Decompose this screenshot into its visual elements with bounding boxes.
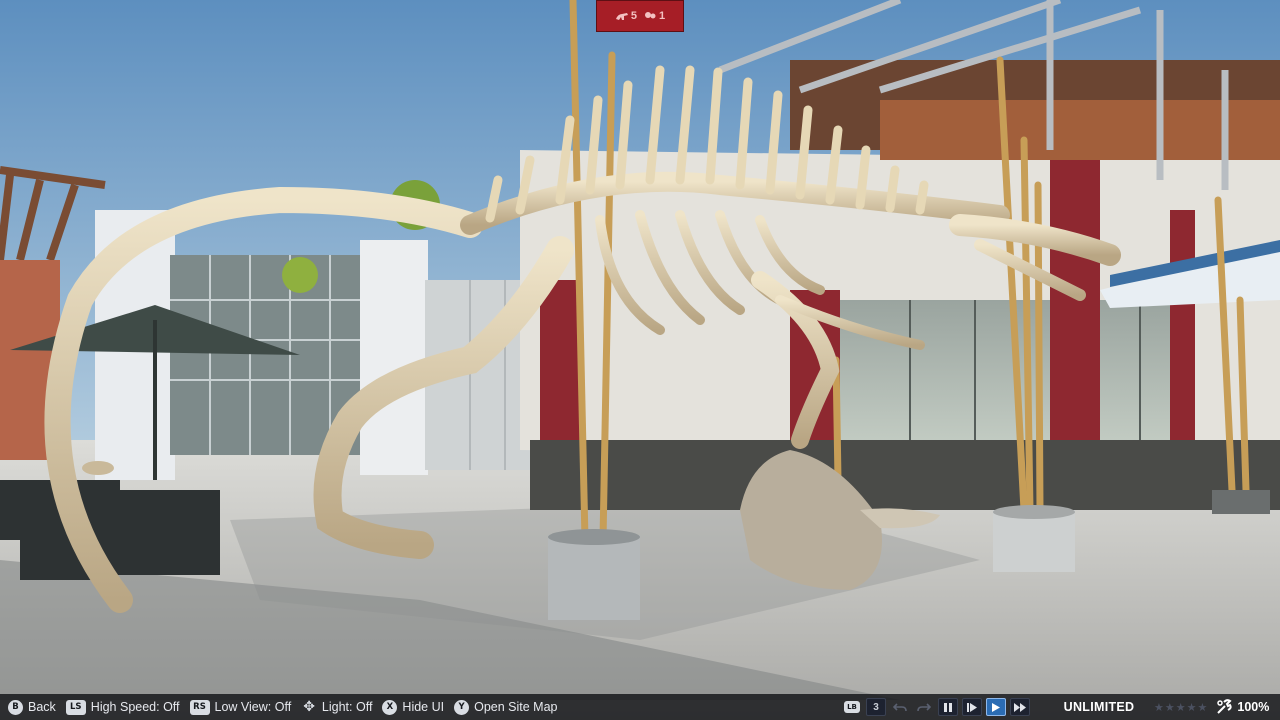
hint-light[interactable]: ✥ Light: Off	[301, 694, 372, 720]
hint-low-view[interactable]: RS Low View: Off	[189, 694, 292, 720]
hint-label: High Speed: Off	[90, 700, 180, 714]
budget-display: UNLIMITED	[1063, 700, 1135, 714]
y-button-icon: Y	[454, 699, 470, 715]
park-approval[interactable]: 100%	[1215, 699, 1269, 715]
hint-hide-ui[interactable]: X Hide UI	[382, 694, 444, 720]
game-viewport[interactable]	[0, 0, 1280, 720]
status-item-right: 1	[643, 10, 665, 22]
hint-label: Low View: Off	[214, 700, 292, 714]
hint-open-site-map[interactable]: Y Open Site Map	[454, 694, 558, 720]
dpad-icon: ✥	[303, 699, 315, 715]
status-right-value: 1	[659, 10, 666, 22]
pause-icon[interactable]	[938, 698, 958, 716]
fast-forward-icon[interactable]	[1010, 698, 1030, 716]
status-left-value: 5	[630, 10, 637, 22]
b-button-icon: B	[8, 699, 23, 715]
right-stick-icon: RS	[189, 699, 210, 715]
star-icon: ★	[1164, 701, 1175, 714]
hint-label: Hide UI	[402, 700, 445, 714]
left-stick-icon: LS	[65, 699, 86, 715]
redo-icon[interactable]	[914, 698, 934, 716]
hint-label: Open Site Map	[474, 700, 558, 714]
undo-icon[interactable]	[890, 698, 910, 716]
play-icon[interactable]	[986, 698, 1006, 716]
planter	[548, 535, 640, 620]
lb-bumper-icon: LB	[842, 698, 862, 716]
status-item-left: 5	[615, 10, 637, 22]
star-icon: ★	[1186, 701, 1197, 714]
park-rating-stars: ★ ★ ★ ★ ★	[1154, 701, 1207, 714]
x-button-icon: X	[382, 699, 398, 715]
approval-value: 100%	[1237, 700, 1270, 714]
hint-label: Back	[28, 700, 56, 714]
dinosaur-alert-icon	[615, 13, 628, 20]
time-controls: LB 3 UNLIMITED ★ ★ ★ ★ ★ 100%	[842, 694, 1280, 720]
speed-level[interactable]: 3	[866, 698, 886, 716]
star-icon: ★	[1154, 701, 1164, 714]
star-icon: ★	[1197, 701, 1208, 714]
star-icon: ★	[1175, 701, 1186, 714]
wrench-settings-icon	[1217, 699, 1233, 714]
hint-back[interactable]: B Back	[8, 694, 56, 720]
stone-base	[530, 440, 1280, 510]
hint-label: Light: Off	[321, 700, 373, 714]
guest-alert-icon	[645, 12, 656, 19]
park-status-indicator[interactable]: 5 1	[596, 0, 684, 32]
hint-high-speed[interactable]: LS High Speed: Off	[65, 694, 180, 720]
slow-play-icon[interactable]	[962, 698, 982, 716]
